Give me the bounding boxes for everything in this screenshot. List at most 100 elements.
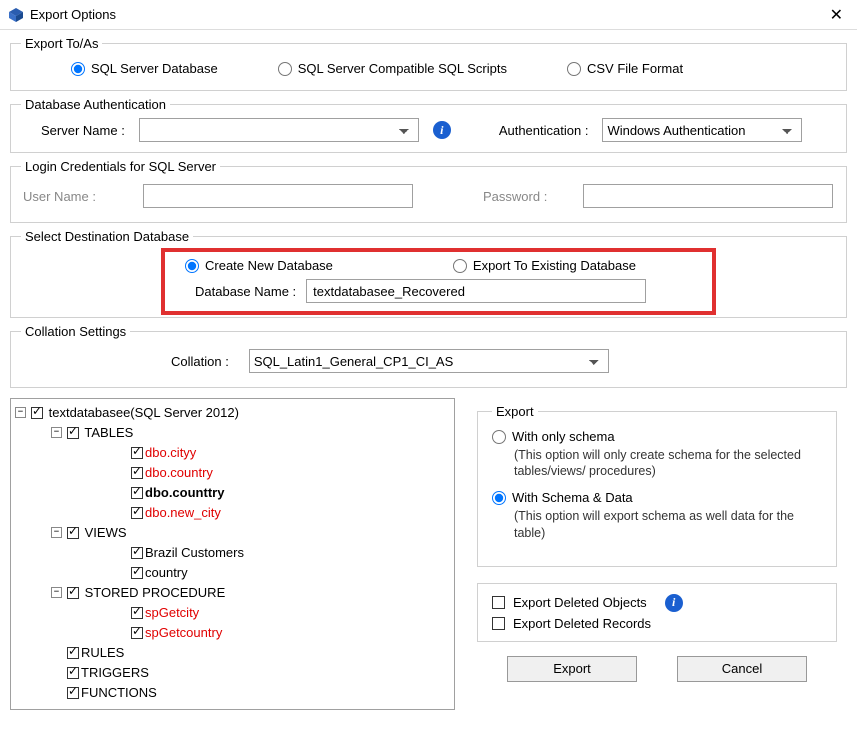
tree-checkbox[interactable] <box>131 547 143 559</box>
tree-item-label: dbo.cityy <box>145 445 196 460</box>
tree-item-label: TRIGGERS <box>81 665 149 680</box>
tree-sp-label: STORED PROCEDURE <box>85 585 226 600</box>
export-deleted-objects-checkbox[interactable] <box>492 596 505 609</box>
authentication-label: Authentication : <box>499 123 589 138</box>
tree-checkbox[interactable] <box>31 407 43 419</box>
collapse-icon[interactable]: − <box>51 587 62 598</box>
tree-item[interactable]: spGetcity <box>67 603 452 623</box>
dest-db-legend: Select Destination Database <box>21 229 193 244</box>
tree-item-label: Brazil Customers <box>145 545 244 560</box>
login-legend: Login Credentials for SQL Server <box>21 159 220 174</box>
tree-triggers[interactable]: TRIGGERS <box>31 663 452 683</box>
tree-checkbox[interactable] <box>67 427 79 439</box>
tree-views[interactable]: − VIEWS Brazil Customers country <box>31 523 452 583</box>
tree-functions[interactable]: FUNCTIONS <box>31 683 452 703</box>
tree-item-label: spGetcity <box>145 605 199 620</box>
username-label: User Name : <box>23 189 123 204</box>
tree-rules[interactable]: RULES <box>31 643 452 663</box>
info-icon[interactable]: i <box>665 594 683 612</box>
dest-db-group: Select Destination Database Create New D… <box>10 229 847 318</box>
schema-only-desc: (This option will only create schema for… <box>492 447 822 481</box>
radio-schema-only[interactable]: With only schema <box>492 429 615 444</box>
radio-schema-data-label: With Schema & Data <box>512 490 633 505</box>
radio-csv-label: CSV File Format <box>587 61 683 76</box>
window-title: Export Options <box>30 7 824 22</box>
tree-checkbox[interactable] <box>131 507 143 519</box>
login-group: Login Credentials for SQL Server User Na… <box>10 159 847 223</box>
object-tree[interactable]: − textdatabasee(SQL Server 2012) − TABLE… <box>10 398 455 710</box>
tree-item-label: dbo.counttry <box>145 485 224 500</box>
collation-select[interactable]: SQL_Latin1_General_CP1_CI_AS <box>249 349 609 373</box>
tree-root-label: textdatabasee(SQL Server 2012) <box>49 405 239 420</box>
tree-checkbox[interactable] <box>131 487 143 499</box>
db-auth-group: Database Authentication Server Name : i … <box>10 97 847 153</box>
tree-checkbox[interactable] <box>67 587 79 599</box>
radio-existing-db[interactable]: Export To Existing Database <box>453 258 636 273</box>
tree-checkbox[interactable] <box>131 567 143 579</box>
dest-highlight: Create New Database Export To Existing D… <box>161 248 716 315</box>
tree-sp[interactable]: − STORED PROCEDURE spGetcity spGetcountr… <box>31 583 452 643</box>
username-input[interactable] <box>143 184 413 208</box>
export-deleted-objects-label: Export Deleted Objects <box>513 595 647 610</box>
dbname-input[interactable] <box>306 279 646 303</box>
tree-item-label: FUNCTIONS <box>81 685 157 700</box>
radio-sql-server-db-label: SQL Server Database <box>91 61 218 76</box>
tree-tables-label: TABLES <box>84 425 133 440</box>
export-deleted-records-checkbox[interactable] <box>492 617 505 630</box>
radio-sql-server-db[interactable]: SQL Server Database <box>71 61 218 76</box>
tree-checkbox[interactable] <box>131 627 143 639</box>
tree-item[interactable]: country <box>67 563 452 583</box>
collation-label: Collation : <box>171 354 229 369</box>
tree-checkbox[interactable] <box>131 607 143 619</box>
tree-item-label: spGetcountry <box>145 625 222 640</box>
radio-sql-scripts[interactable]: SQL Server Compatible SQL Scripts <box>278 61 507 76</box>
tree-checkbox[interactable] <box>131 467 143 479</box>
password-input[interactable] <box>583 184 833 208</box>
collapse-icon[interactable]: − <box>15 407 26 418</box>
export-deleted-records-label: Export Deleted Records <box>513 616 651 631</box>
tree-checkbox[interactable] <box>67 687 79 699</box>
radio-schema-data[interactable]: With Schema & Data <box>492 490 633 505</box>
tree-item-label: dbo.country <box>145 465 213 480</box>
collapse-icon[interactable]: − <box>51 427 62 438</box>
close-button[interactable]: ✕ <box>824 5 849 25</box>
server-name-label: Server Name : <box>41 123 125 138</box>
tree-item[interactable]: Brazil Customers <box>67 543 452 563</box>
tree-checkbox[interactable] <box>131 447 143 459</box>
radio-create-new-db[interactable]: Create New Database <box>185 258 333 273</box>
export-to-legend: Export To/As <box>21 36 102 51</box>
db-auth-legend: Database Authentication <box>21 97 170 112</box>
collapse-icon[interactable]: − <box>51 527 62 538</box>
authentication-select[interactable]: Windows Authentication <box>602 118 802 142</box>
tree-item[interactable]: dbo.country <box>67 463 452 483</box>
tree-item[interactable]: dbo.cityy <box>67 443 452 463</box>
radio-sql-scripts-label: SQL Server Compatible SQL Scripts <box>298 61 507 76</box>
deleted-options-group: Export Deleted Objects i Export Deleted … <box>477 583 837 642</box>
tree-root[interactable]: − textdatabasee(SQL Server 2012) − TABLE… <box>13 403 452 703</box>
tree-item[interactable]: spGetcountry <box>67 623 452 643</box>
schema-data-desc: (This option will export schema as well … <box>492 508 822 542</box>
radio-create-new-db-label: Create New Database <box>205 258 333 273</box>
collation-legend: Collation Settings <box>21 324 130 339</box>
server-name-select[interactable] <box>139 118 419 142</box>
tree-item[interactable]: dbo.new_city <box>67 503 452 523</box>
cancel-button[interactable]: Cancel <box>677 656 807 682</box>
tree-checkbox[interactable] <box>67 527 79 539</box>
tree-tables[interactable]: − TABLES dbo.cityy dbo.country dbo.count… <box>31 423 452 523</box>
radio-existing-db-label: Export To Existing Database <box>473 258 636 273</box>
tree-views-label: VIEWS <box>85 525 127 540</box>
export-button[interactable]: Export <box>507 656 637 682</box>
password-label: Password : <box>483 189 563 204</box>
tree-item-label: country <box>145 565 188 580</box>
radio-csv[interactable]: CSV File Format <box>567 61 683 76</box>
radio-schema-only-label: With only schema <box>512 429 615 444</box>
collation-group: Collation Settings Collation : SQL_Latin… <box>10 324 847 388</box>
info-icon[interactable]: i <box>433 121 451 139</box>
tree-item-label: RULES <box>81 645 124 660</box>
tree-item[interactable]: dbo.counttry <box>67 483 452 503</box>
tree-checkbox[interactable] <box>67 647 79 659</box>
tree-checkbox[interactable] <box>67 667 79 679</box>
titlebar: Export Options ✕ <box>0 0 857 30</box>
tree-item-label: dbo.new_city <box>145 505 221 520</box>
dbname-label: Database Name : <box>195 284 296 299</box>
